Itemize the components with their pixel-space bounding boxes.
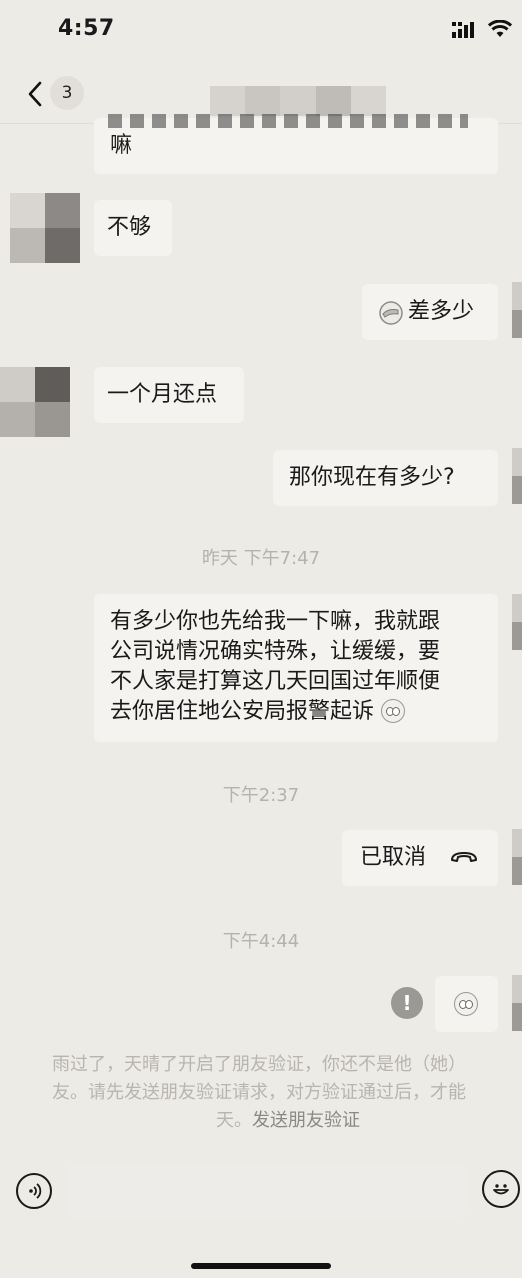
call-cancelled-bubble[interactable]: 已取消 — [342, 830, 498, 886]
eye-roll-emoji — [381, 699, 406, 723]
input-bar — [0, 1156, 522, 1226]
message-text: 一个月还点 — [107, 382, 218, 407]
message-bubble-outgoing[interactable]: 那你现在有多少? — [273, 450, 498, 506]
unread-count-badge: 3 — [50, 76, 84, 110]
message-bubble-outgoing[interactable]: 有多少你也先给我一下嘛，我就跟 公司说情况确实特殊，让缓缓，要 不人家是打算这几… — [94, 594, 498, 742]
chevron-left-icon[interactable] — [24, 80, 48, 108]
contact-avatar[interactable] — [0, 367, 70, 437]
timestamp-separator: 下午4:44 — [222, 931, 300, 952]
my-avatar[interactable] — [512, 282, 522, 338]
message-bubble-outgoing[interactable] — [435, 976, 498, 1032]
contact-avatar[interactable] — [10, 193, 80, 263]
notice-line: 友。请先发送朋友验证请求，对方验证通过后，才能 — [52, 1082, 466, 1103]
phone-hangup-icon — [451, 852, 477, 862]
my-avatar[interactable] — [512, 829, 522, 885]
notice-line: 天。 — [216, 1110, 252, 1131]
emoji-icon — [493, 1184, 509, 1195]
message-text-line: 不人家是打算这几天回国过年顺便 — [110, 669, 441, 694]
my-avatar[interactable] — [512, 594, 522, 650]
send-failed-icon[interactable]: ! — [391, 987, 423, 1019]
message-bubble-incoming[interactable]: 一个月还点 — [94, 367, 244, 423]
status-bar: 4:57 — [0, 0, 522, 62]
message-text-line: 去你居住地公安局报警起诉 — [110, 699, 375, 724]
status-time: 4:57 — [58, 16, 115, 41]
eye-roll-emoji — [454, 992, 478, 1016]
message-text: 不够 — [107, 215, 152, 240]
cut-off-text — [108, 114, 468, 128]
message-text-line: 公司说情况确实特殊，让缓缓，要 — [110, 639, 441, 664]
message-text: 差多少 — [408, 299, 475, 324]
message-text-line: 有多少你也先给我一下嘛，我就跟 — [110, 609, 441, 634]
voice-input-button[interactable] — [16, 1173, 52, 1209]
message-text: 已取消 — [360, 845, 427, 870]
timestamp-separator: 下午2:37 — [222, 785, 300, 806]
send-friend-verification-link[interactable]: 发送朋友验证 — [252, 1110, 360, 1131]
message-text: 嘛 — [110, 133, 133, 158]
my-avatar[interactable] — [512, 448, 522, 504]
voice-icon — [29, 1183, 42, 1199]
message-input[interactable] — [66, 1164, 466, 1218]
message-bubble-incoming[interactable]: 不够 — [94, 200, 172, 256]
message-bubble-incoming[interactable]: 嘛 — [94, 114, 498, 174]
timestamp-separator: 昨天 下午7:47 — [201, 548, 321, 569]
message-bubble-outgoing[interactable]: 差多少 — [362, 284, 498, 340]
notice-line: 雨过了，天晴了开启了朋友验证，你还不是他（她） — [52, 1054, 466, 1075]
signal-icon — [452, 22, 474, 38]
home-indicator — [191, 1263, 331, 1269]
my-avatar[interactable] — [512, 975, 522, 1031]
message-text: 那你现在有多少? — [289, 465, 455, 490]
facepalm-emoji — [378, 300, 404, 330]
contact-name-blurred[interactable] — [210, 86, 387, 116]
wifi-icon — [488, 20, 512, 37]
emoji-button[interactable] — [482, 1170, 520, 1208]
